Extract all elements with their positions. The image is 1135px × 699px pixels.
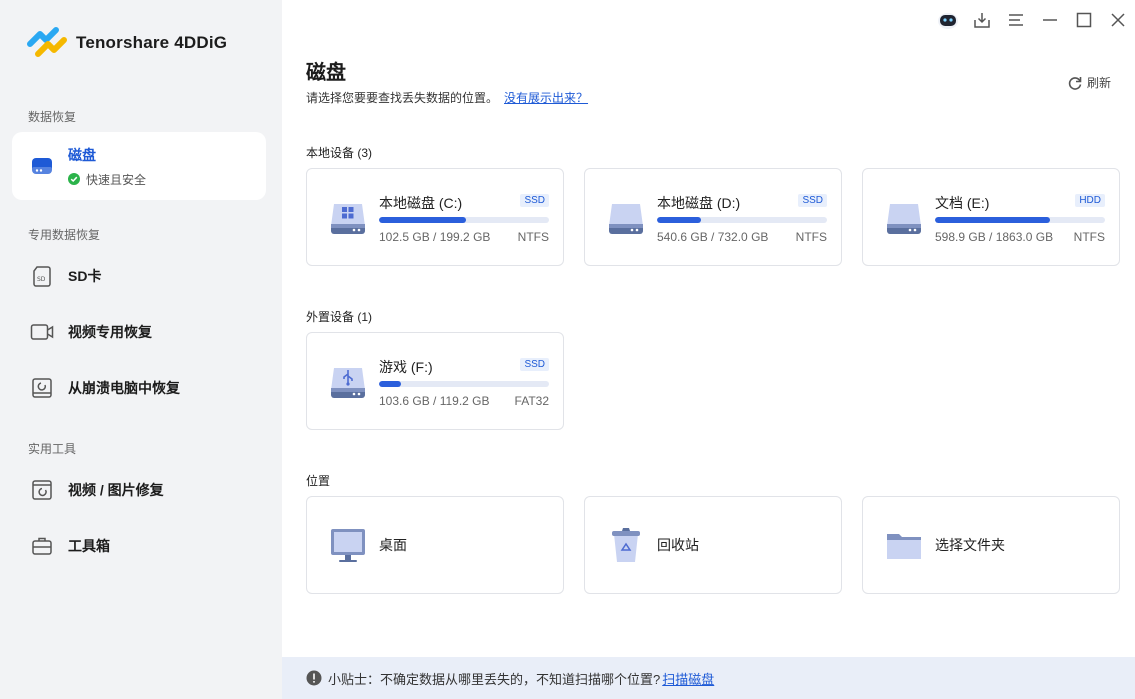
robot-icon	[938, 13, 958, 29]
section-label-tools: 实用工具	[28, 442, 77, 456]
svg-text:SD: SD	[37, 276, 46, 283]
sidebar-item-video-recovery[interactable]: 视频专用恢复	[12, 307, 266, 357]
toolbox-icon	[30, 534, 54, 558]
local-devices-label: 本地设备 (3)	[306, 146, 373, 160]
sidebar-item-toolbox[interactable]: 工具箱	[12, 521, 266, 571]
menu-icon	[1009, 14, 1023, 26]
sidebar-item-label: 磁盘	[68, 146, 96, 163]
drive-usage-bar	[935, 217, 1105, 223]
refresh-icon	[1068, 76, 1082, 90]
info-icon	[306, 670, 322, 686]
drive-usage-bar	[657, 217, 827, 223]
location-desktop[interactable]: 桌面	[306, 496, 564, 594]
drive-size: 598.9 GB / 1863.0 GB	[935, 230, 1054, 244]
main-panel: 磁盘 请选择您要要查找丢失数据的位置。 没有展示出来？ 刷新 本地设备 (3) 本…	[282, 0, 1135, 699]
sd-card-icon: SD	[30, 264, 54, 288]
drive-type-badge: SSD	[520, 358, 549, 371]
tip-text: 小贴士：不确定数据从哪里丢失的，不知道扫描哪个位置?	[328, 671, 661, 687]
usb-drive-icon	[331, 368, 365, 398]
maximize-button[interactable]	[1067, 6, 1101, 34]
location-label: 桌面	[379, 537, 407, 553]
drive-filesystem: NTFS	[1073, 230, 1105, 244]
sidebar-item-sd-card[interactable]: SD SD卡	[12, 251, 266, 301]
drive-name: 本地磁盘 (C:)	[379, 195, 463, 211]
sidebar-item-disk[interactable]: 磁盘 快速且安全	[12, 132, 266, 200]
refresh-button[interactable]: 刷新	[1067, 74, 1111, 91]
download-icon	[974, 13, 990, 28]
video-icon	[30, 320, 54, 344]
sidebar-item-crashed-pc[interactable]: 从崩溃电脑中恢复	[12, 363, 266, 413]
app-name: Tenorshare 4DDiG	[76, 33, 228, 52]
drive-usage-fill	[379, 381, 402, 387]
help-link[interactable]: 没有展示出来？	[504, 91, 588, 105]
drive-name: 本地磁盘 (D:)	[657, 195, 741, 211]
minimize-icon	[1043, 19, 1057, 21]
minimize-button[interactable]	[1033, 6, 1067, 34]
external-devices-label: 外置设备 (1)	[306, 310, 373, 324]
page-title: 磁盘	[306, 62, 346, 84]
sidebar-item-photo-video-repair[interactable]: 视频 / 图片修复	[12, 465, 266, 515]
sidebar-item-sublabel: 快速且安全	[68, 171, 146, 188]
locations-label: 位置	[306, 474, 331, 488]
windows-drive-icon	[331, 204, 365, 234]
download-button[interactable]	[965, 6, 999, 34]
close-icon	[1111, 13, 1125, 27]
location-label: 选择文件夹	[935, 537, 1005, 553]
page-subtitle: 请选择您要要查找丢失数据的位置。 没有展示出来？	[306, 91, 589, 105]
drive-card-c[interactable]: 本地磁盘 (C:) SSD 102.5 GB / 199.2 GB NTFS	[306, 168, 564, 266]
drive-icon	[887, 204, 921, 234]
drive-usage-fill	[935, 217, 1051, 223]
drive-usage-fill	[657, 217, 702, 223]
drive-usage-bar	[379, 217, 549, 223]
drive-size: 103.6 GB / 119.2 GB	[379, 394, 490, 408]
location-select-folder[interactable]: 选择文件夹	[862, 496, 1120, 594]
window-controls	[931, 6, 1135, 34]
crashed-pc-icon	[30, 376, 54, 400]
close-button[interactable]	[1101, 6, 1135, 34]
assistant-bot-button[interactable]	[931, 6, 965, 34]
drive-icon	[609, 204, 643, 234]
section-label-recovery: 数据恢复	[28, 110, 77, 124]
app-logo-icon	[27, 27, 67, 57]
drive-size: 540.6 GB / 732.0 GB	[657, 230, 769, 244]
repair-icon	[30, 478, 54, 502]
tip-bar: 小贴士：不确定数据从哪里丢失的，不知道扫描哪个位置? 扫描磁盘	[282, 657, 1135, 699]
desktop-icon	[331, 529, 365, 562]
location-label: 回收站	[657, 537, 699, 553]
drive-card-e[interactable]: 文档 (E:) HDD 598.9 GB / 1863.0 GB NTFS	[862, 168, 1120, 266]
scan-disk-link[interactable]: 扫描磁盘	[662, 669, 714, 688]
drive-name: 文档 (E:)	[935, 195, 990, 211]
drive-filesystem: FAT32	[514, 394, 549, 408]
maximize-icon	[1076, 12, 1092, 28]
sidebar-item-label: 视频 / 图片修复	[68, 482, 164, 498]
sidebar-item-label: SD卡	[68, 268, 102, 284]
drive-card-d[interactable]: 本地磁盘 (D:) SSD 540.6 GB / 732.0 GB NTFS	[584, 168, 842, 266]
recycle-bin-icon	[612, 528, 640, 562]
drive-card-f[interactable]: 游戏 (F:) SSD 103.6 GB / 119.2 GB FAT32	[306, 332, 564, 430]
drive-filesystem: NTFS	[795, 230, 827, 244]
drive-size: 102.5 GB / 199.2 GB	[379, 230, 491, 244]
sidebar-item-label: 工具箱	[68, 538, 110, 554]
disk-icon	[30, 154, 54, 178]
drive-type-badge: SSD	[798, 194, 827, 207]
menu-button[interactable]	[999, 6, 1033, 34]
location-recycle-bin[interactable]: 回收站	[584, 496, 842, 594]
drive-usage-fill	[379, 217, 467, 223]
brand: Tenorshare 4DDiG	[26, 26, 227, 60]
sidebar: Tenorshare 4DDiG 数据恢复 磁盘 快速且安全 专用数据恢复 SD…	[0, 0, 282, 699]
section-label-special: 专用数据恢复	[28, 228, 101, 242]
sidebar-item-label: 视频专用恢复	[68, 324, 152, 340]
shield-check-icon	[68, 173, 80, 185]
drive-filesystem: NTFS	[517, 230, 549, 244]
folder-icon	[887, 534, 921, 559]
drive-type-badge: SSD	[520, 194, 549, 207]
sidebar-item-label: 从崩溃电脑中恢复	[68, 380, 180, 396]
drive-type-badge: HDD	[1075, 194, 1105, 207]
drive-name: 游戏 (F:)	[379, 359, 433, 375]
drive-usage-bar	[379, 381, 549, 387]
